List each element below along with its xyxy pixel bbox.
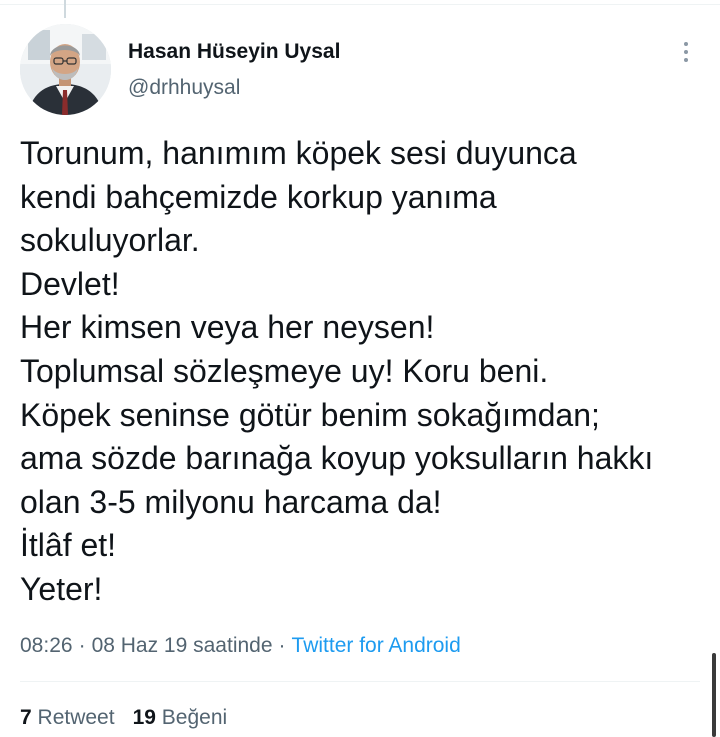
tweet-line: kendi bahçemizde korkup yanıma [20,178,497,215]
avatar-photo [20,24,111,115]
tweet-line: Yeter! [20,570,103,607]
likes-stat[interactable]: 19 Beğeni [133,706,228,729]
like-count: 19 [132,706,156,729]
thread-connector-line [64,0,66,18]
meta-separator: · [278,634,286,657]
tweet-line: Devlet! [20,265,120,302]
avatar[interactable] [20,24,111,115]
tweet-line: ama sözde barınağa koyup yoksulların hak… [20,440,654,477]
scrollbar[interactable] [712,653,716,737]
tweet-line: Torunum, hanımım köpek sesi duyunca [20,135,577,171]
tweet-line: olan 3-5 milyonu harcama da! [20,483,442,520]
tweet-line: Köpek seninse götür benim sokağımdan; [20,396,600,433]
tweet-line: Her kimsen veya her neysen! [20,309,435,346]
meta-separator: · [78,634,86,657]
like-label: Beğeni [161,706,228,729]
tweet-meta: 08:26 · 08 Haz 19 saatinde · Twitter for And… [20,634,461,658]
tweet-line: İtlâf et! [20,527,117,564]
more-options-button[interactable] [674,36,698,70]
tweet-time[interactable]: 08:26 [20,634,73,657]
retweet-count: 7 [20,706,32,729]
tweet-line: sokuluyorlar. [20,222,200,259]
tweet-text: Torunum, hanımım köpek sesi duyunca kend… [20,132,710,612]
tweet-date[interactable]: 08 Haz 19 saatinde [92,634,273,657]
tweet-stats: 7 Retweet 19 Beğeni [20,706,227,730]
author-name[interactable]: Hasan Hüseyin Uysal [128,40,340,64]
retweets-stat[interactable]: 7 Retweet [20,706,115,729]
tweet-line: Toplumsal sözleşmeye uy! Koru beni. [20,352,549,389]
author-handle[interactable]: @drhhuysal [128,76,240,100]
top-divider [0,0,720,5]
meta-divider [20,681,700,682]
tweet-source-link[interactable]: Twitter for Android [292,634,461,657]
retweet-label: Retweet [37,706,115,729]
